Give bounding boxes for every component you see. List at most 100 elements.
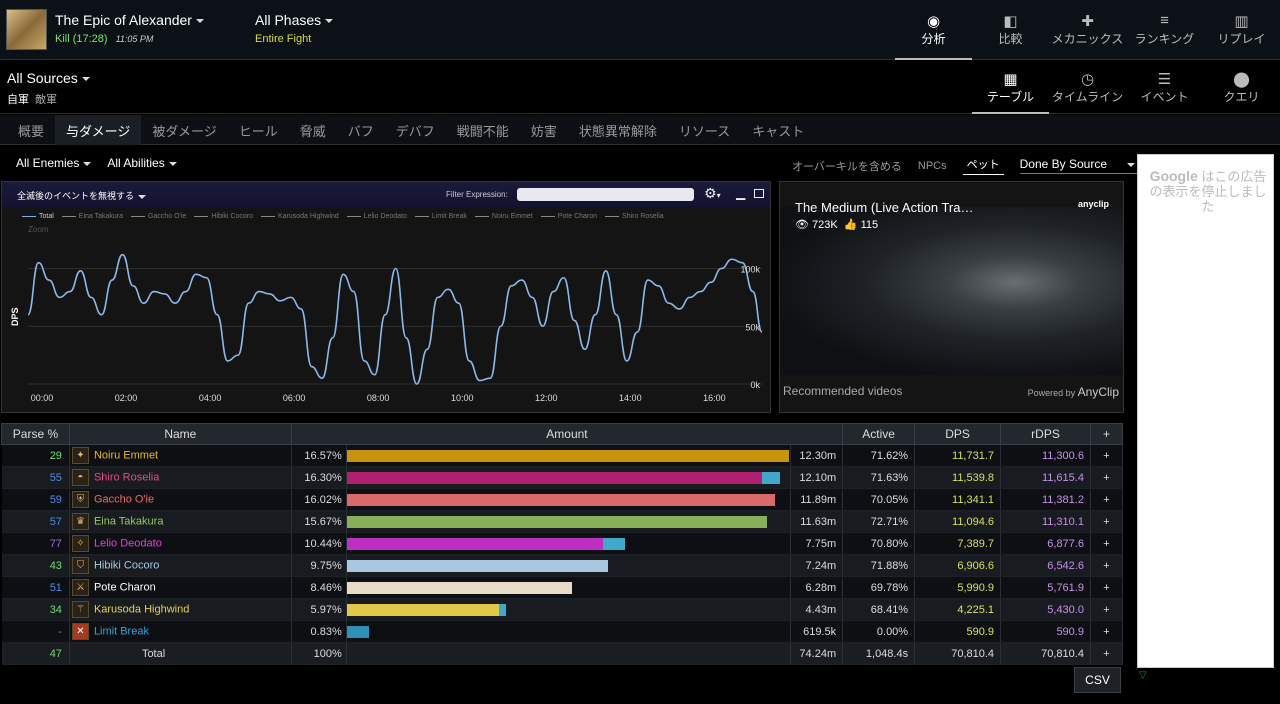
phase-subtitle: Entire Fight xyxy=(255,33,312,45)
player-name[interactable]: Eina Takakura xyxy=(94,515,164,527)
player-name[interactable]: Pote Charon xyxy=(94,581,156,593)
table-row[interactable]: 29 ✦ Noiru Emmet 16.57% 12.30m 71.62% 11,731.7… xyxy=(1,444,1124,467)
nav-tab-4[interactable]: ▥ リプレイ xyxy=(1203,0,1280,60)
expand-button[interactable]: + xyxy=(1090,444,1124,467)
category-tab-7[interactable]: 戦闘不能 xyxy=(446,115,520,145)
amount-cell: 4.43m xyxy=(790,598,844,621)
table-row[interactable]: 57 ♛ Eina Takakura 15.67% 11.63m 72.71% 11,094… xyxy=(1,510,1124,533)
name-cell[interactable]: ◓ Shiro Roselia xyxy=(69,466,292,489)
column-header[interactable]: + xyxy=(1089,423,1124,445)
dps-chart[interactable]: 100k 50k 0k 00:00 02:00 04:00 06:00 08:00 10:00 1… xyxy=(2,182,770,412)
recommended-videos[interactable]: Recommended videos xyxy=(783,384,902,398)
category-tab-6[interactable]: デバフ xyxy=(385,115,446,145)
rdps-cell: 11,310.1 xyxy=(1000,510,1091,533)
bar-segment xyxy=(762,472,780,484)
column-header[interactable]: Name xyxy=(68,423,292,445)
expand-button[interactable]: + xyxy=(1090,554,1124,577)
overkill-toggle[interactable]: オーバーキルを含める xyxy=(792,158,902,174)
abilities-filter[interactable]: All Abilities xyxy=(107,156,177,170)
video-player[interactable]: The Medium (Live Action Tra… 👁 723K 👍 11… xyxy=(779,181,1124,413)
view-tab-3[interactable]: ⬤ クエリ xyxy=(1203,61,1280,114)
name-cell[interactable]: ✦ Noiru Emmet xyxy=(69,444,292,467)
dps-cell: 11,094.6 xyxy=(914,510,1002,533)
expand-button[interactable]: + xyxy=(1090,510,1124,533)
category-tab-10[interactable]: リソース xyxy=(668,115,741,145)
percent-cell: 100% xyxy=(291,642,347,665)
name-cell[interactable]: ✕ Limit Break xyxy=(69,620,292,643)
nav-tab-1[interactable]: ◧ 比較 xyxy=(972,0,1049,60)
name-cell[interactable]: ♛ Eina Takakura xyxy=(69,510,292,533)
pets-toggle[interactable]: ペット xyxy=(962,156,1004,175)
expand-button[interactable]: + xyxy=(1090,620,1124,643)
name-cell[interactable]: ⚚ Karusoda Highwind xyxy=(69,598,292,621)
player-name[interactable]: Limit Break xyxy=(94,625,149,637)
column-header[interactable]: Parse % xyxy=(1,423,70,445)
friendly-toggle[interactable]: 自軍 xyxy=(7,94,29,106)
expand-button[interactable]: + xyxy=(1090,532,1124,555)
bar-segment xyxy=(346,450,789,462)
nav-tab-0[interactable]: ◉ 分析 xyxy=(895,0,972,60)
expand-button[interactable]: + xyxy=(1090,576,1124,599)
done-by-selector[interactable]: Done By Source xyxy=(1019,157,1152,174)
csv-button[interactable]: CSV xyxy=(1074,667,1121,693)
expand-button[interactable]: + xyxy=(1090,598,1124,621)
table-row[interactable]: 55 ◓ Shiro Roselia 16.30% 12.10m 71.63% 11,539… xyxy=(1,466,1124,489)
amount-bar xyxy=(346,604,506,616)
table-row[interactable]: 59 ⛨ Gaccho O'ie 16.02% 11.89m 70.05% 11,341.1… xyxy=(1,488,1124,511)
amount-bar xyxy=(346,582,573,594)
expand-button[interactable]: + xyxy=(1090,466,1124,489)
nav-tab-2[interactable]: ✚ メカニックス xyxy=(1049,0,1126,60)
total-row: 47 Total 100% 74.24m 1,048.4s 70,810.4 70,810.… xyxy=(1,642,1124,665)
sources-selector[interactable]: All Sources xyxy=(7,70,90,86)
column-header[interactable]: DPS xyxy=(914,423,1002,445)
name-cell[interactable]: ⛉ Hibiki Cocoro xyxy=(69,554,292,577)
column-header[interactable]: rDPS xyxy=(1000,423,1091,445)
table-row[interactable]: 34 ⚚ Karusoda Highwind 5.97% 4.43m 68.41% 4,22… xyxy=(1,598,1124,621)
category-tab-2[interactable]: 被ダメージ xyxy=(141,115,227,145)
table-row[interactable]: 43 ⛉ Hibiki Cocoro 9.75% 7.24m 71.88% 6,906.6 6… xyxy=(1,554,1124,577)
phase-selector[interactable]: All Phases xyxy=(255,12,334,28)
x-tick-label: 16:00 xyxy=(703,393,726,403)
name-cell[interactable]: ⛨ Gaccho O'ie xyxy=(69,488,292,511)
category-tab-3[interactable]: ヒール xyxy=(228,115,289,145)
column-header[interactable]: Active xyxy=(842,423,916,445)
player-name[interactable]: Gaccho O'ie xyxy=(94,493,154,505)
category-tab-1[interactable]: 与ダメージ xyxy=(55,115,142,145)
column-header[interactable]: Amount xyxy=(290,423,844,445)
category-tab-9[interactable]: 状態異常解除 xyxy=(568,115,668,145)
category-tab-4[interactable]: 脅威 xyxy=(289,115,337,145)
series-line-total[interactable] xyxy=(27,253,763,385)
expand-button[interactable]: + xyxy=(1090,488,1124,511)
player-name[interactable]: Noiru Emmet xyxy=(94,449,158,461)
enemies-filter[interactable]: All Enemies xyxy=(16,156,92,170)
view-tab-1[interactable]: ◷ タイムライン xyxy=(1049,61,1126,114)
amount-bar-cell xyxy=(346,488,792,511)
percent-cell: 10.44% xyxy=(291,532,347,555)
amount-bar xyxy=(346,560,608,572)
category-tab-5[interactable]: バフ xyxy=(337,115,385,145)
npcs-toggle[interactable]: NPCs xyxy=(918,160,947,172)
adchoices-icon[interactable]: ▽ xyxy=(1139,670,1147,681)
replay-icon: ▥ xyxy=(1234,13,1249,30)
player-name[interactable]: Lelio Deodato xyxy=(94,537,162,549)
expand-button[interactable]: + xyxy=(1090,642,1124,665)
enemy-toggle[interactable]: 敵軍 xyxy=(35,94,57,106)
player-name[interactable]: Karusoda Highwind xyxy=(94,603,189,615)
category-tab-11[interactable]: キャスト xyxy=(741,115,815,145)
name-cell[interactable]: ✧ Lelio Deodato xyxy=(69,532,292,555)
amount-bar-cell xyxy=(346,532,792,555)
category-tab-8[interactable]: 妨害 xyxy=(520,115,568,145)
player-name[interactable]: Hibiki Cocoro xyxy=(94,559,159,571)
table-row[interactable]: 51 ⚔ Pote Charon 8.46% 6.28m 69.78% 5,990.9 5,7… xyxy=(1,576,1124,599)
table-row[interactable]: - ✕ Limit Break 0.83% 619.5k 0.00% 590.9 590.9 + xyxy=(1,620,1124,643)
fight-selector[interactable]: The Epic of Alexander xyxy=(55,12,204,28)
table-row[interactable]: 77 ✧ Lelio Deodato 10.44% 7.75m 70.80% 7,389.7… xyxy=(1,532,1124,555)
category-tab-0[interactable]: 概要 xyxy=(7,115,55,145)
amount-bar xyxy=(346,450,789,462)
player-name[interactable]: Shiro Roselia xyxy=(94,471,159,483)
name-cell[interactable]: ⚔ Pote Charon xyxy=(69,576,292,599)
percent-cell: 15.67% xyxy=(291,510,347,533)
view-tab-2[interactable]: ☰ イベント xyxy=(1126,61,1203,114)
nav-tab-3[interactable]: ≡ ランキング xyxy=(1126,0,1203,60)
view-tab-0[interactable]: ▦ テーブル xyxy=(972,61,1049,114)
